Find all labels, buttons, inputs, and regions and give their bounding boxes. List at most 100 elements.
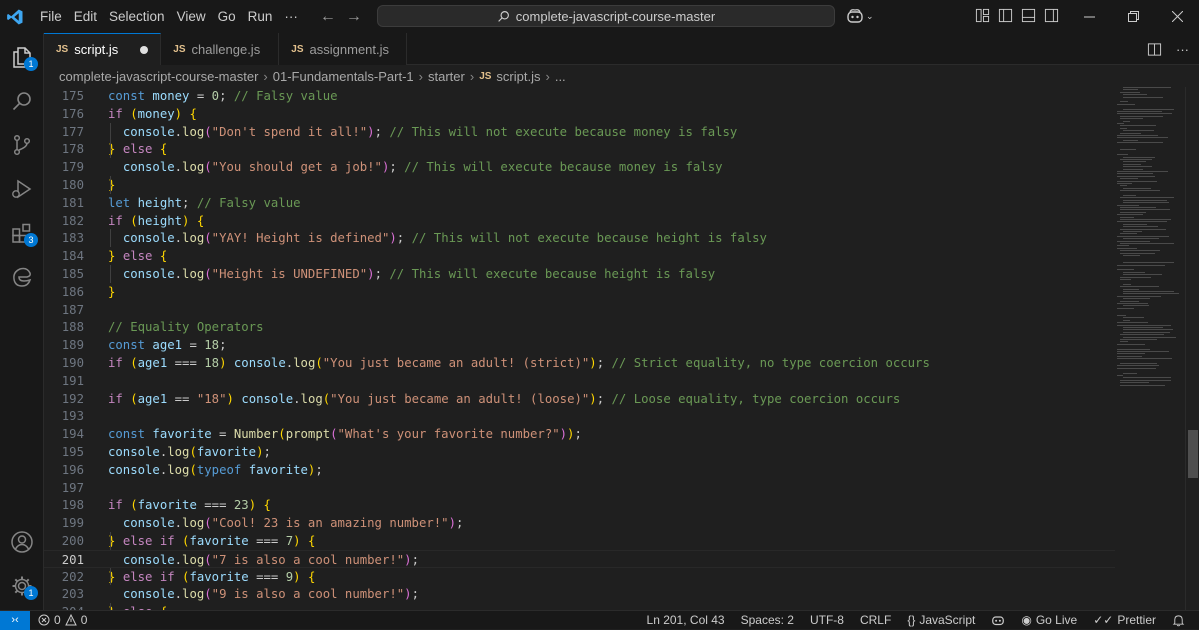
accounts-button[interactable] <box>0 520 44 564</box>
code-token: { <box>159 142 168 157</box>
forward-arrow-icon[interactable]: → <box>346 8 362 26</box>
code-line[interactable]: 204} else { <box>44 603 1115 610</box>
bell-icon <box>1172 614 1185 626</box>
code-token: "Height is UNDEFINED" <box>211 267 368 281</box>
vertical-scrollbar[interactable] <box>1185 87 1199 610</box>
edge-devtools-button[interactable] <box>0 255 44 299</box>
code-editor[interactable]: 175 const money = 0; // Falsy value 176 if … <box>44 87 1115 610</box>
code-line[interactable]: 195 console.log(favorite); <box>44 443 1115 461</box>
copilot-menu-button[interactable]: ⌄ <box>846 8 874 24</box>
code-line[interactable]: 183 console.log("YAY! Height is defined"… <box>44 229 1115 247</box>
minimap-line <box>1120 209 1170 211</box>
source-control-button[interactable] <box>0 123 44 167</box>
explorer-button[interactable]: 1 <box>0 35 44 79</box>
run-debug-button[interactable] <box>0 167 44 211</box>
notifications-button[interactable] <box>1172 614 1185 627</box>
code-line[interactable]: 186} <box>44 283 1115 301</box>
code-line[interactable]: 187 <box>44 301 1115 319</box>
end-of-line[interactable]: CRLF <box>860 613 891 627</box>
code-token: ( <box>189 462 197 477</box>
code-token: log <box>182 160 205 175</box>
menu-edit[interactable]: Edit <box>68 0 103 33</box>
code-line[interactable]: 176 if (money) { <box>44 105 1115 123</box>
restore-button[interactable] <box>1111 0 1155 33</box>
back-arrow-icon[interactable]: ← <box>320 8 336 26</box>
menu-go[interactable]: Go <box>212 0 242 33</box>
code-line[interactable]: 177 console.log("Don't spend it all!"); … <box>44 123 1115 141</box>
code-line[interactable]: 198 if (favorite === 23) { <box>44 496 1115 514</box>
code-line[interactable]: 192 if (age1 == "18") console.log("You ju… <box>44 390 1115 408</box>
code-line[interactable]: 201 console.log("7 is also a cool number… <box>44 549 1115 568</box>
minimap[interactable] <box>1115 87 1185 610</box>
menu-selection[interactable]: Selection <box>103 0 171 33</box>
more-actions-icon[interactable]: ··· <box>1176 42 1189 57</box>
breadcrumb-folder[interactable]: 01-Fundamentals-Part-1 <box>273 69 414 84</box>
code-line[interactable]: 196 console.log(typeof favorite); <box>44 461 1115 479</box>
toggle-panel-icon[interactable] <box>1021 8 1036 23</box>
problems-indicator[interactable]: 0 0 <box>38 613 87 627</box>
code-line[interactable]: 199 console.log("Cool! 23 is an amazing … <box>44 514 1115 532</box>
code-line[interactable]: 202} else if (favorite === 9) { <box>44 568 1115 586</box>
code-line[interactable]: 190 if (age1 === 18) console.log("You jus… <box>44 354 1115 372</box>
code-token: "YAY! Height is defined" <box>211 231 390 246</box>
code-line[interactable]: 203 console.log("9 is also a cool number… <box>44 585 1115 603</box>
menu-view[interactable]: View <box>171 0 212 33</box>
tab-challenge-js[interactable]: JS challenge.js <box>161 33 280 65</box>
code-line[interactable]: 200} else if (favorite === 7) { <box>44 532 1115 550</box>
toggle-secondary-sidebar-icon[interactable] <box>1044 8 1059 23</box>
code-line[interactable]: 194 const favorite = Number(prompt("What'… <box>44 425 1115 443</box>
code-line[interactable]: 182 if (height) { <box>44 212 1115 230</box>
minimap-line <box>1117 351 1169 352</box>
toggle-primary-sidebar-icon[interactable] <box>998 8 1013 23</box>
go-live-button[interactable]: ◉ Go Live <box>1021 613 1077 627</box>
code-line[interactable]: 175 const money = 0; // Falsy value <box>44 87 1115 105</box>
code-line[interactable]: 185 console.log("Height is UNDEFINED"); … <box>44 265 1115 283</box>
remote-button[interactable]: ›‹ <box>0 610 30 630</box>
code-line[interactable]: 179 console.log("You should get a job!")… <box>44 158 1115 176</box>
breadcrumb-symbol[interactable]: ... <box>555 69 566 84</box>
code-line[interactable]: 189 const age1 = 18; <box>44 336 1115 354</box>
close-button[interactable] <box>1155 0 1199 33</box>
split-editor-icon[interactable] <box>1147 42 1162 57</box>
search-button[interactable] <box>0 79 44 123</box>
indentation[interactable]: Spaces: 2 <box>741 613 794 627</box>
error-icon <box>38 614 50 626</box>
breadcrumb-file[interactable]: script.js <box>496 69 540 84</box>
code-line[interactable]: 193 <box>44 407 1115 425</box>
extensions-button[interactable]: 3 <box>0 211 44 255</box>
broadcast-icon: ◉ <box>1021 613 1032 627</box>
encoding[interactable]: UTF-8 <box>810 613 844 627</box>
menu-more[interactable]: ··· <box>278 0 304 33</box>
manage-settings-button[interactable]: 1 <box>0 564 44 608</box>
search-icon <box>498 10 509 22</box>
prettier-button[interactable]: ✓✓ Prettier <box>1093 613 1156 627</box>
breadcrumb-root[interactable]: complete-javascript-course-master <box>59 69 258 84</box>
code-line[interactable]: 178} else { <box>44 140 1115 158</box>
scrollbar-thumb[interactable] <box>1188 430 1198 478</box>
code-line[interactable]: 180} <box>44 176 1115 194</box>
language-mode[interactable]: {} JavaScript <box>907 613 975 627</box>
minimap-line <box>1117 324 1172 326</box>
menu-file[interactable]: File <box>34 0 68 33</box>
code-token: . <box>174 231 183 246</box>
unsaved-dot-icon[interactable] <box>140 45 149 54</box>
code-line[interactable]: 191 <box>44 372 1115 390</box>
code-text: console.log("You should get a job!"); //… <box>108 158 723 176</box>
code-line[interactable]: 188 // Equality Operators <box>44 318 1115 336</box>
minimap-line <box>1123 329 1173 331</box>
menu-run[interactable]: Run <box>242 0 279 33</box>
code-line[interactable]: 197 <box>44 479 1115 497</box>
code-line[interactable]: 184} else { <box>44 247 1115 265</box>
command-center-search[interactable]: complete-javascript-course-master <box>377 5 835 27</box>
minimap-line <box>1123 139 1139 141</box>
minimize-button[interactable] <box>1067 0 1111 33</box>
tab-script-js[interactable]: JS script.js <box>44 33 162 65</box>
copilot-status[interactable] <box>991 614 1005 626</box>
cursor-position[interactable]: Ln 201, Col 43 <box>647 613 725 627</box>
code-line[interactable]: 181 let height; // Falsy value <box>44 194 1115 212</box>
tab-assignment-js[interactable]: JS assignment.js <box>279 33 408 65</box>
breadcrumb-starter[interactable]: starter <box>428 69 465 84</box>
customize-layout-icon[interactable] <box>975 8 990 23</box>
minimap-line <box>1117 240 1150 242</box>
